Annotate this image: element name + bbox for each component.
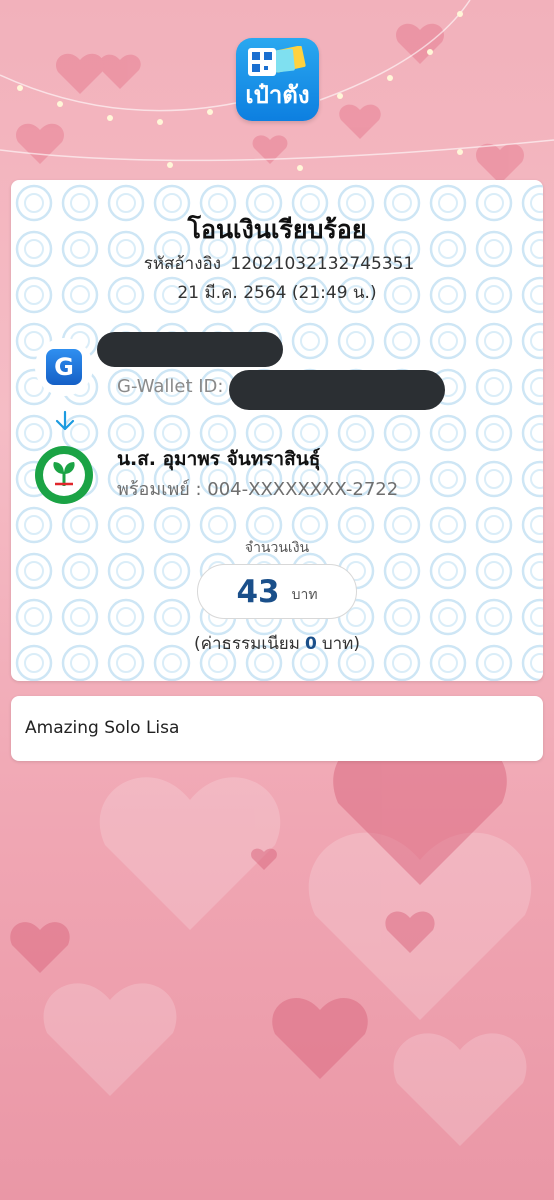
receiver-name: น.ส. อุมาพร จันทราสินธุ์: [117, 448, 321, 470]
redacted-wallet-id: [229, 370, 445, 410]
g-wallet-icon: G: [46, 349, 82, 385]
memo-text: Amazing Solo Lisa: [25, 718, 180, 738]
fee-prefix: (ค่าธรรมเนียม: [193, 634, 300, 654]
amount-unit: บาท: [291, 586, 318, 603]
reference-line: รหัสอ้างอิง 12021032132745351: [11, 250, 543, 277]
transaction-datetime: 21 มี.ค. 2564 (21:49 น.): [177, 283, 377, 303]
amount-box: 43 บาท: [197, 564, 357, 619]
amount-label: จำนวนเงิน: [244, 540, 310, 556]
memo-card: Amazing Solo Lisa: [11, 696, 543, 761]
qr-card-icon: [248, 46, 306, 76]
wallet-id-label: G-Wallet ID:: [117, 376, 224, 397]
redacted-sender-name: [97, 332, 283, 367]
reference-number: 12021032132745351: [230, 254, 415, 274]
receipt-title: โอนเงินเรียบร้อย: [187, 215, 367, 244]
app-logo-text: เป๋าตัง: [245, 81, 310, 109]
transfer-receipt-card: โอนเงินเรียบร้อย รหัสอ้างอิง 12021032132…: [11, 180, 543, 681]
fee-line: (ค่าธรรมเนียม 0 บาท): [11, 630, 543, 657]
fee-value: 0: [304, 634, 317, 654]
kasikorn-bank-icon: [35, 446, 93, 504]
reference-label: รหัสอ้างอิง: [143, 254, 221, 274]
sender-wallet-icon: G: [35, 338, 93, 396]
paotang-app-logo: เป๋าตัง: [236, 38, 319, 121]
amount-value: 43: [236, 573, 280, 610]
receiver-promptpay: พร้อมเพย์ : 004-XXXXXXXX-2722: [117, 479, 399, 500]
arrow-down-icon: [55, 410, 75, 431]
fee-suffix: บาท): [321, 634, 361, 654]
